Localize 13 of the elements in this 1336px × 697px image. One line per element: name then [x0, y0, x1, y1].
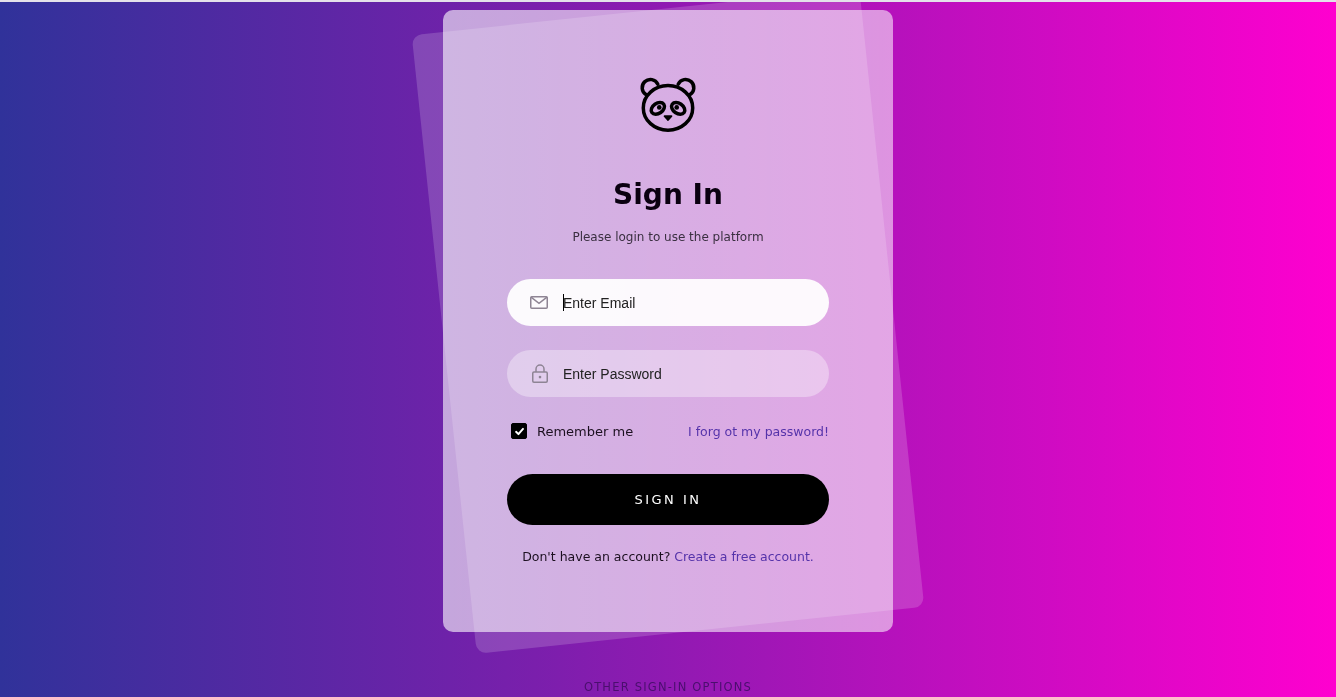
sign-in-title: Sign In — [613, 178, 723, 212]
subtitle-text: Please login to use the platform — [572, 229, 764, 246]
create-account-link[interactable]: Create a free account. — [674, 549, 814, 564]
other-options-label: OTHER SIGN-IN OPTIONS — [583, 680, 753, 695]
lock-icon — [532, 364, 548, 383]
email-field[interactable]: Enter Email — [507, 279, 829, 326]
signup-prompt: Don't have an account? Create a free account. — [522, 548, 814, 566]
text-cursor — [563, 294, 564, 311]
remember-checkbox[interactable] — [511, 423, 527, 439]
sign-in-button[interactable]: SIGN IN — [507, 474, 829, 525]
envelope-icon — [530, 296, 548, 309]
forgot-password-link[interactable]: I forg ot my password! — [688, 423, 829, 439]
remember-me-label: Remember me — [537, 423, 634, 439]
